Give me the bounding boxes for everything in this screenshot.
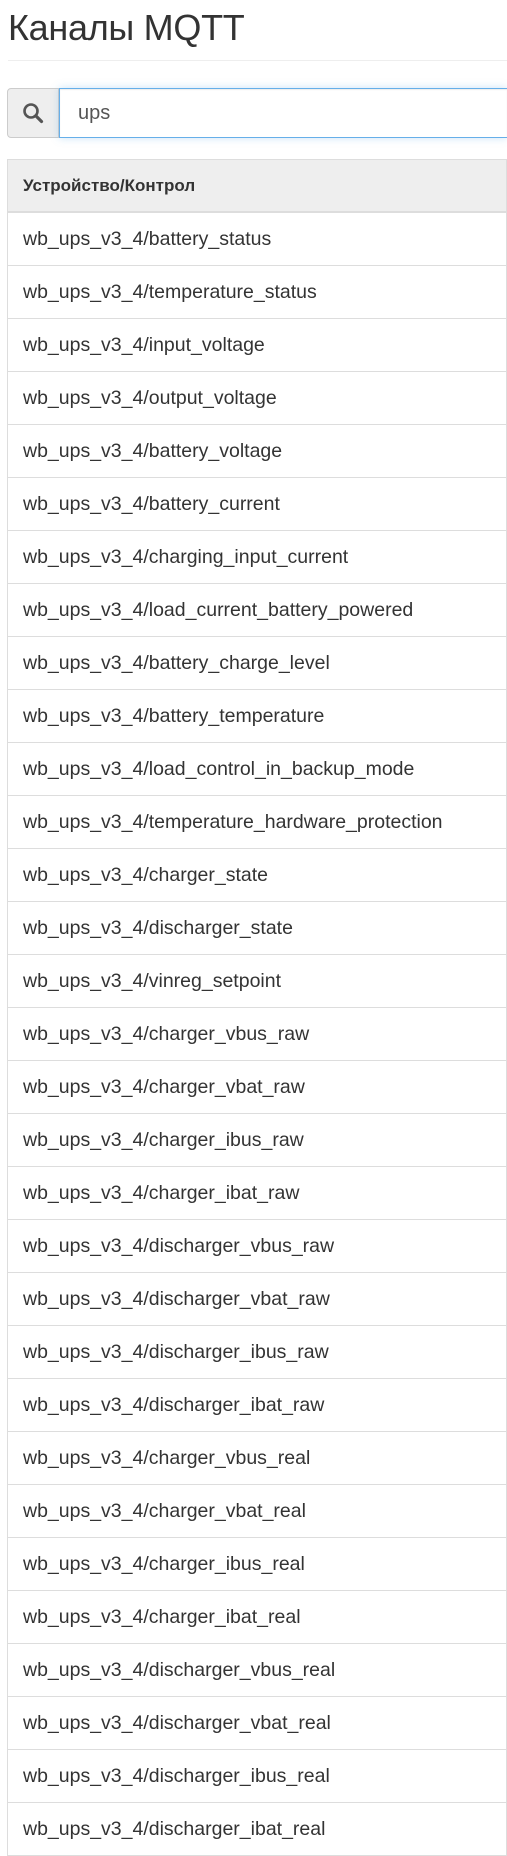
table-row[interactable]: wb_ups_v3_4/temperature_hardware_protect… bbox=[8, 796, 507, 849]
table-row[interactable]: wb_ups_v3_4/charger_vbat_raw bbox=[8, 1061, 507, 1114]
channel-name: wb_ups_v3_4/temperature_hardware_protect… bbox=[23, 810, 443, 833]
table-row[interactable]: wb_ups_v3_4/charging_input_current bbox=[8, 531, 507, 584]
table-row[interactable]: wb_ups_v3_4/discharger_ibus_raw bbox=[8, 1326, 507, 1379]
channel-name: wb_ups_v3_4/temperature_status bbox=[23, 280, 317, 303]
channel-name: wb_ups_v3_4/battery_temperature bbox=[23, 704, 325, 727]
channel-name: wb_ups_v3_4/charger_state bbox=[23, 863, 268, 886]
table-row[interactable]: wb_ups_v3_4/discharger_state bbox=[8, 902, 507, 955]
table-row[interactable]: wb_ups_v3_4/charger_ibus_raw bbox=[8, 1114, 507, 1167]
table-row[interactable]: wb_ups_v3_4/output_voltage bbox=[8, 372, 507, 425]
page-title: Каналы MQTT bbox=[8, 7, 245, 48]
channel-name: wb_ups_v3_4/charger_vbat_real bbox=[23, 1499, 306, 1522]
channel-name: wb_ups_v3_4/input_voltage bbox=[23, 333, 265, 356]
channel-name: wb_ups_v3_4/discharger_vbat_real bbox=[23, 1711, 331, 1734]
table-row[interactable]: wb_ups_v3_4/battery_charge_level bbox=[8, 637, 507, 690]
channel-name: wb_ups_v3_4/discharger_ibus_real bbox=[23, 1764, 330, 1787]
table-row[interactable]: wb_ups_v3_4/battery_voltage bbox=[8, 425, 507, 478]
channel-name: wb_ups_v3_4/charger_vbus_raw bbox=[23, 1022, 310, 1045]
channel-name: wb_ups_v3_4/battery_status bbox=[23, 227, 272, 250]
table-row[interactable]: wb_ups_v3_4/discharger_ibat_real bbox=[8, 1803, 507, 1856]
channel-name: wb_ups_v3_4/charging_input_current bbox=[23, 545, 349, 568]
table-row[interactable]: wb_ups_v3_4/load_control_in_backup_mode bbox=[8, 743, 507, 796]
table-row[interactable]: wb_ups_v3_4/discharger_ibat_raw bbox=[8, 1379, 507, 1432]
table-row[interactable]: wb_ups_v3_4/charger_vbat_real bbox=[8, 1485, 507, 1538]
channel-name: wb_ups_v3_4/charger_ibat_raw bbox=[23, 1181, 300, 1204]
table-header: Устройство/Контрол bbox=[8, 160, 507, 213]
search-input[interactable] bbox=[59, 88, 507, 138]
channel-name: wb_ups_v3_4/discharger_ibat_real bbox=[23, 1817, 326, 1840]
channel-name: wb_ups_v3_4/battery_charge_level bbox=[23, 651, 330, 674]
title-divider bbox=[8, 60, 507, 61]
table-row[interactable]: wb_ups_v3_4/temperature_status bbox=[8, 266, 507, 319]
channel-name: wb_ups_v3_4/discharger_ibus_raw bbox=[23, 1340, 329, 1363]
channel-name: wb_ups_v3_4/discharger_ibat_raw bbox=[23, 1393, 325, 1416]
channel-name: wb_ups_v3_4/discharger_vbus_raw bbox=[23, 1234, 335, 1257]
table-row[interactable]: wb_ups_v3_4/discharger_vbus_raw bbox=[8, 1220, 507, 1273]
channel-name: wb_ups_v3_4/charger_vbat_raw bbox=[23, 1075, 305, 1098]
table-row[interactable]: wb_ups_v3_4/discharger_vbat_raw bbox=[8, 1273, 507, 1326]
table-row[interactable]: wb_ups_v3_4/load_current_battery_powered bbox=[8, 584, 507, 637]
table-row[interactable]: wb_ups_v3_4/discharger_vbat_real bbox=[8, 1697, 507, 1750]
table-row[interactable]: wb_ups_v3_4/charger_ibat_raw bbox=[8, 1167, 507, 1220]
channel-name: wb_ups_v3_4/load_control_in_backup_mode bbox=[23, 757, 415, 780]
channel-name: wb_ups_v3_4/battery_current bbox=[23, 492, 280, 515]
column-header-device-control[interactable]: Устройство/Контрол bbox=[8, 176, 195, 196]
table-row[interactable]: wb_ups_v3_4/battery_status bbox=[8, 213, 507, 266]
channels-table: Устройство/Контрол wb_ups_v3_4/battery_s… bbox=[7, 159, 507, 1856]
search-icon[interactable] bbox=[7, 88, 59, 138]
channel-name: wb_ups_v3_4/output_voltage bbox=[23, 386, 277, 409]
table-row[interactable]: wb_ups_v3_4/charger_ibus_real bbox=[8, 1538, 507, 1591]
table-row[interactable]: wb_ups_v3_4/vinreg_setpoint bbox=[8, 955, 507, 1008]
table-row[interactable]: wb_ups_v3_4/charger_ibat_real bbox=[8, 1591, 507, 1644]
channel-name: wb_ups_v3_4/charger_ibus_real bbox=[23, 1552, 305, 1575]
channel-name: wb_ups_v3_4/discharger_state bbox=[23, 916, 293, 939]
table-row[interactable]: wb_ups_v3_4/battery_temperature bbox=[8, 690, 507, 743]
table-body: wb_ups_v3_4/battery_status wb_ups_v3_4/te… bbox=[8, 213, 507, 1856]
channel-name: wb_ups_v3_4/vinreg_setpoint bbox=[23, 969, 282, 992]
table-row[interactable]: wb_ups_v3_4/battery_current bbox=[8, 478, 507, 531]
search-bar bbox=[7, 88, 507, 138]
table-row[interactable]: wb_ups_v3_4/discharger_ibus_real bbox=[8, 1750, 507, 1803]
table-row[interactable]: wb_ups_v3_4/charger_vbus_real bbox=[8, 1432, 507, 1485]
table-row[interactable]: wb_ups_v3_4/charger_state bbox=[8, 849, 507, 902]
channel-name: wb_ups_v3_4/charger_ibat_real bbox=[23, 1605, 301, 1628]
channel-name: wb_ups_v3_4/discharger_vbat_raw bbox=[23, 1287, 330, 1310]
channel-name: wb_ups_v3_4/charger_ibus_raw bbox=[23, 1128, 304, 1151]
channel-name: wb_ups_v3_4/discharger_vbus_real bbox=[23, 1658, 336, 1681]
channel-name: wb_ups_v3_4/battery_voltage bbox=[23, 439, 283, 462]
channel-name: wb_ups_v3_4/charger_vbus_real bbox=[23, 1446, 311, 1469]
table-row[interactable]: wb_ups_v3_4/discharger_vbus_real bbox=[8, 1644, 507, 1697]
table-row[interactable]: wb_ups_v3_4/input_voltage bbox=[8, 319, 507, 372]
table-row[interactable]: wb_ups_v3_4/charger_vbus_raw bbox=[8, 1008, 507, 1061]
channel-name: wb_ups_v3_4/load_current_battery_powered bbox=[23, 598, 414, 621]
